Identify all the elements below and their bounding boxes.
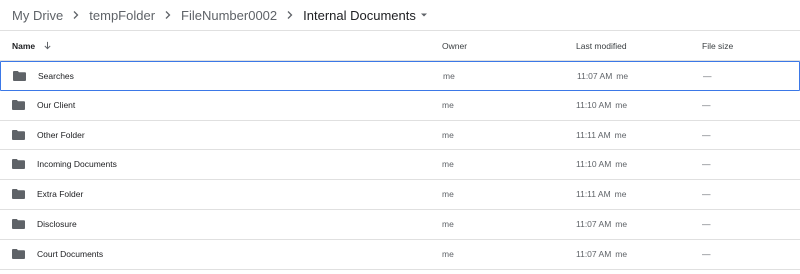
header-divider bbox=[0, 30, 800, 31]
column-name-label: Name bbox=[12, 40, 36, 51]
modified-by: me bbox=[615, 248, 628, 259]
modified-by: me bbox=[614, 129, 627, 140]
chevron-right-icon bbox=[71, 10, 81, 20]
breadcrumb-item-current-folder[interactable]: Internal Documents bbox=[303, 8, 416, 23]
modified-time: 11:07 AM bbox=[577, 71, 613, 81]
modified-by: me bbox=[615, 99, 628, 110]
file-name: Searches bbox=[38, 71, 74, 81]
file-size: — bbox=[702, 218, 711, 229]
file-name: Incoming Documents bbox=[37, 159, 117, 170]
file-name: Extra Folder bbox=[37, 189, 84, 200]
table-row[interactable]: Court Documents me 11:07 AM me — bbox=[0, 240, 800, 270]
modified-by: me bbox=[615, 218, 628, 229]
modified-time: 11:10 AM bbox=[576, 99, 612, 110]
modified-time: 11:11 AM bbox=[576, 189, 611, 200]
table-row[interactable]: Disclosure me 11:07 AM me — bbox=[0, 210, 800, 240]
column-header-owner[interactable]: Owner bbox=[442, 31, 467, 60]
file-name: Disclosure bbox=[37, 218, 77, 229]
file-last-modified: 11:07 AM me bbox=[576, 210, 627, 238]
column-header-file-size[interactable]: File size bbox=[702, 31, 733, 60]
file-owner: me bbox=[442, 99, 454, 110]
file-list: Searches me 11:07 AM me — Our Client me 11:10 A… bbox=[0, 61, 800, 270]
file-name: Court Documents bbox=[37, 248, 104, 259]
modified-time: 11:07 AM bbox=[576, 218, 612, 229]
arrow-down-icon[interactable] bbox=[43, 41, 52, 50]
folder-icon bbox=[12, 189, 25, 200]
file-size: — bbox=[702, 189, 711, 200]
modified-time: 11:11 AM bbox=[576, 129, 611, 140]
table-row[interactable]: Our Client me 11:10 AM me — bbox=[0, 91, 800, 121]
folder-icon bbox=[12, 129, 25, 140]
file-last-modified: 11:07 AM me bbox=[576, 240, 627, 268]
folder-icon bbox=[12, 159, 25, 170]
file-owner: me bbox=[442, 129, 454, 140]
table-row[interactable]: Searches me 11:07 AM me — bbox=[0, 61, 800, 91]
folder-icon bbox=[13, 71, 26, 81]
file-last-modified: 11:10 AM me bbox=[576, 150, 627, 178]
caret-down-icon[interactable] bbox=[420, 11, 428, 19]
breadcrumb: My Drive tempFolder FileNumber0002 Inter… bbox=[12, 0, 428, 30]
file-last-modified: 11:07 AM me bbox=[577, 62, 628, 90]
folder-icon bbox=[12, 218, 25, 229]
file-last-modified: 11:11 AM me bbox=[576, 121, 626, 149]
table-row[interactable]: Incoming Documents me 11:10 AM me — bbox=[0, 150, 800, 181]
breadcrumb-item-my-drive[interactable]: My Drive bbox=[12, 8, 63, 23]
file-size: — bbox=[703, 71, 712, 81]
breadcrumb-item-tempfolder[interactable]: tempFolder bbox=[89, 8, 155, 23]
file-owner: me bbox=[442, 159, 454, 170]
modified-by: me bbox=[616, 71, 629, 81]
file-owner: me bbox=[442, 189, 454, 200]
folder-icon bbox=[12, 99, 25, 110]
file-owner: me bbox=[442, 218, 454, 229]
breadcrumb-item-filenumber0002[interactable]: FileNumber0002 bbox=[181, 8, 277, 23]
column-header-last-modified[interactable]: Last modified bbox=[576, 31, 627, 60]
modified-by: me bbox=[615, 159, 628, 170]
file-last-modified: 11:11 AM me bbox=[576, 180, 626, 208]
chevron-right-icon bbox=[285, 10, 295, 20]
table-row[interactable]: Other Folder me 11:11 AM me — bbox=[0, 121, 800, 151]
file-size: — bbox=[702, 99, 711, 110]
file-name: Our Client bbox=[37, 99, 76, 110]
file-size: — bbox=[702, 129, 711, 140]
file-last-modified: 11:10 AM me bbox=[576, 91, 627, 119]
file-owner: me bbox=[442, 248, 454, 259]
file-size: — bbox=[702, 248, 711, 259]
table-row[interactable]: Extra Folder me 11:11 AM me — bbox=[0, 180, 800, 210]
modified-time: 11:07 AM bbox=[576, 248, 612, 259]
chevron-right-icon bbox=[163, 10, 173, 20]
file-name: Other Folder bbox=[37, 129, 85, 140]
column-header-name[interactable]: Name bbox=[12, 31, 52, 60]
file-size: — bbox=[702, 159, 711, 170]
modified-by: me bbox=[614, 189, 627, 200]
modified-time: 11:10 AM bbox=[576, 159, 612, 170]
file-owner: me bbox=[443, 71, 455, 81]
folder-icon bbox=[12, 248, 25, 259]
